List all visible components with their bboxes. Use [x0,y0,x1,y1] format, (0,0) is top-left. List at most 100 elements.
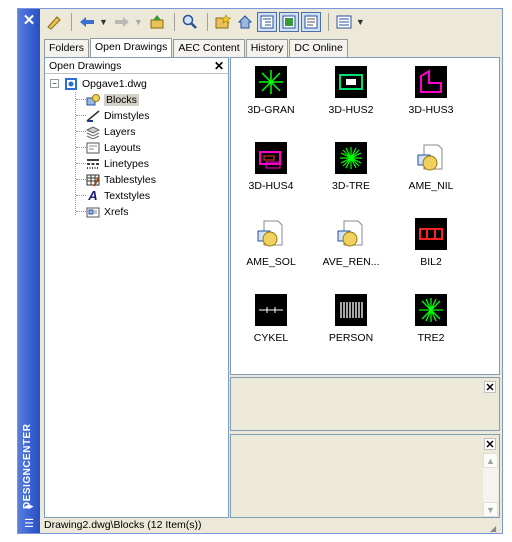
description-icon[interactable] [300,12,321,32]
block-item[interactable]: BIL2 [399,214,463,272]
separator [327,13,329,31]
doc-icon [335,218,367,250]
status-bar: Drawing2.dwg\Blocks (12 Item(s)) ◢ [42,518,502,533]
layouts-icon [85,141,101,155]
block-item[interactable]: AME_SOL [239,214,303,272]
separator [173,13,175,31]
tree-item-layouts[interactable]: Layouts [85,140,141,155]
star-green-icon [415,294,447,326]
views-icon[interactable] [334,12,354,32]
barcode-white-icon [335,294,367,326]
block-item-label: 3D-HUS3 [408,104,454,116]
block-item-label: 3D-GRAN [247,104,295,116]
tree-item-label: Xrefs [104,205,129,218]
titlebar[interactable]: ✕ DESIGNCENTER ◂▸ ☰ [18,9,40,533]
xrefs-icon [85,205,101,219]
tab-bar: Folders Open Drawings AEC Content Histor… [44,37,349,58]
designcenter-window: ✕ DESIGNCENTER ◂▸ ☰ ▼ ▼ ▼ Folders Open D… [17,8,503,534]
tree-item-label: Dimstyles [104,109,150,122]
preview-close-icon[interactable]: ✕ [484,381,496,394]
dimstyles-icon [85,109,101,123]
block-item[interactable]: 3D-HUS2 [319,62,383,120]
tree-header: Open Drawings ✕ [45,58,228,74]
back-dropdown-icon[interactable]: ▼ [99,17,108,27]
block-item-label: AME_NIL [408,180,454,192]
doc-icon [415,142,447,174]
tree-toggle-icon[interactable] [256,12,277,32]
load-icon[interactable] [44,12,64,32]
up-icon[interactable] [147,12,167,32]
car-red-icon [415,218,447,250]
resize-grip-icon[interactable]: ◢ [490,521,500,533]
tab-history[interactable]: History [245,39,289,57]
block-item[interactable]: 3D-HUS4 [239,138,303,196]
views-dropdown-icon[interactable]: ▼ [356,17,365,27]
forward-dropdown-icon[interactable]: ▼ [134,17,143,27]
description-close-icon[interactable]: ✕ [484,438,496,451]
scroll-down-icon[interactable]: ▼ [483,502,498,517]
tab-folders[interactable]: Folders [44,39,90,57]
block-item-label: 3D-HUS2 [328,104,374,116]
window-title: DESIGNCENTER [22,423,33,509]
tree-view[interactable]: Open Drawings ✕ − Opgave1.dwg Blocks Dim… [44,57,229,518]
separator [206,13,208,31]
tab-aec-content[interactable]: AEC Content [173,39,245,57]
toolbar: ▼ ▼ ▼ [44,11,500,33]
tree-item-label: Tablestyles [104,173,156,186]
tree-item-tablestyles[interactable]: Tablestyles [85,172,156,187]
tree-item-dimstyles[interactable]: Dimstyles [85,108,150,123]
block-item[interactable]: 3D-HUS3 [399,62,463,120]
preview-icon[interactable] [278,12,299,32]
block-item[interactable]: PERSON [319,290,383,348]
tree-item-xrefs[interactable]: Xrefs [85,204,129,219]
scroll-up-icon[interactable]: ▲ [483,453,498,468]
block-item[interactable]: 3D-TRE [319,138,383,196]
star-green-icon [255,66,287,98]
tree-root[interactable]: Opgave1.dwg [63,76,147,91]
block-item[interactable]: CYKEL [239,290,303,348]
separator [71,13,72,31]
autohide-icon[interactable]: ◂▸ [21,501,37,513]
search-icon[interactable] [180,12,200,32]
block-item-label: PERSON [328,332,374,344]
description-scrollbar[interactable]: ▲ ▼ [483,453,498,517]
block-item-label: BIL2 [420,256,442,268]
block-item-label: 3D-TRE [332,180,370,192]
tree-item-linetypes[interactable]: Linetypes [85,156,149,171]
tree-close-icon[interactable]: ✕ [214,59,224,73]
tree-header-label: Open Drawings [49,59,122,72]
forward-icon[interactable] [112,12,132,32]
tab-open-drawings[interactable]: Open Drawings [90,38,173,58]
bike-white-icon [255,294,287,326]
home-icon[interactable] [235,12,255,32]
block-item-label: CYKEL [253,332,289,344]
tablestyles-icon [85,173,101,187]
content-area[interactable]: 3D-GRAN 3D-HUS2 3D-HUS3 3D-HUS4 3D-TRE A… [230,57,500,375]
blocks-icon [85,93,101,107]
layers-icon [85,125,101,139]
house-green-icon [335,66,367,98]
properties-icon[interactable]: ☰ [21,517,37,530]
tree-root-label: Opgave1.dwg [82,77,147,90]
favorites-icon[interactable] [213,12,233,32]
block-item-label: 3D-HUS4 [248,180,294,192]
block-item[interactable]: TRE2 [399,290,463,348]
tab-dc-online[interactable]: DC Online [289,39,348,57]
back-icon[interactable] [77,12,97,32]
house-magenta-icon [415,66,447,98]
tree-item-blocks[interactable]: Blocks [85,92,139,107]
tree-item-label: Linetypes [104,157,149,170]
doc-icon [255,218,287,250]
tree-item-textstyles[interactable]: A Textstyles [85,188,150,203]
tree-green-icon [335,142,367,174]
status-text: Drawing2.dwg\Blocks (12 Item(s)) [44,519,202,531]
block-item-label: AVE_REN... [322,256,380,268]
tree-item-label: Layers [104,125,136,138]
collapse-icon[interactable]: − [50,79,59,88]
close-icon[interactable]: ✕ [21,13,37,29]
block-item[interactable]: AME_NIL [399,138,463,196]
drawing-file-icon [63,77,79,91]
tree-item-layers[interactable]: Layers [85,124,136,139]
block-item[interactable]: 3D-GRAN [239,62,303,120]
block-item[interactable]: AVE_REN... [319,214,383,272]
